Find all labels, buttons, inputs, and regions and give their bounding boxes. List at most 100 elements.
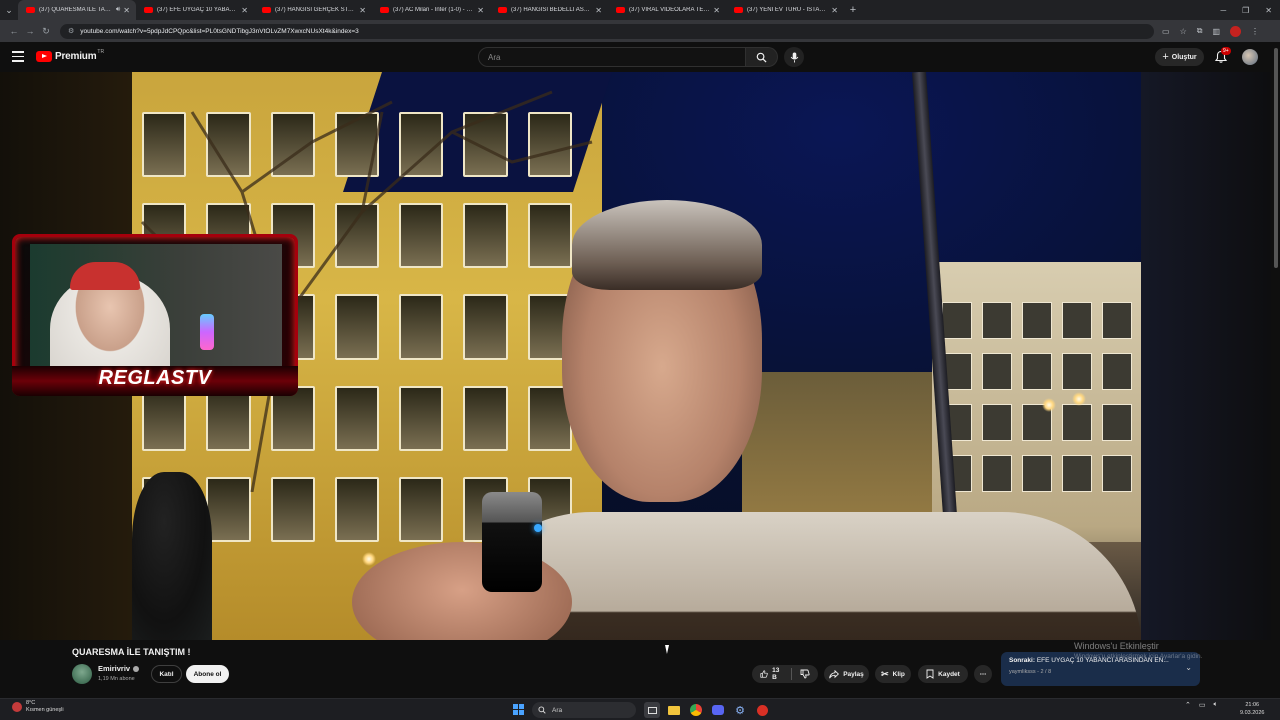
bookmark-icon [926,669,934,679]
tab-title: (37) HANGİSİ BEDELLİ ASKER D [511,7,592,13]
bookmark-star-icon[interactable]: ☆ [1180,27,1187,36]
youtube-favicon-icon [144,7,153,13]
browser-tab[interactable]: (37) AC Milan - Inter (1-0) - Ma ✕ [372,0,490,20]
create-button[interactable]: + Oluştur [1155,48,1204,66]
new-tab-button[interactable]: + [844,4,862,16]
streamer-webcam-overlay: REGLASTV [12,234,298,396]
clip-label: Klip [892,670,905,678]
clip-button[interactable]: ✂ Klip [875,665,911,683]
clock-time: 21:06 [1245,702,1260,708]
join-button[interactable]: Katıl [151,665,182,683]
network-icon[interactable]: ▭ [1199,701,1206,709]
volume-icon[interactable]: 🔈︎ [1214,701,1218,709]
youtube-favicon-icon [498,7,507,13]
windows-taskbar: 8°C Kısmen güneşli Ara ⚙ ⌃ ▭ 🔈︎ 21:06 9.… [0,698,1280,720]
browser-tab-active[interactable]: (37) QUARESMA İLE TANIŞ 🔊︎ ✕ [18,0,136,20]
tray-overflow-icon[interactable]: ⌃ [1185,701,1191,709]
voice-search-button[interactable] [784,47,804,67]
browser-tab[interactable]: (37) YENİ EV TURU - İSTANBUL ✕ [726,0,844,20]
browser-tab[interactable]: (37) HANGİSİ GERÇEK STAND-U ✕ [254,0,372,20]
weather-widget[interactable]: 8°C Kısmen güneşli [12,700,64,714]
extensions-icon[interactable]: ⧉ [1197,26,1203,36]
youtube-favicon-icon [262,7,271,13]
next-prefix: Sonraki: [1009,657,1036,664]
minimize-icon[interactable]: ─ [1220,6,1226,15]
search-input[interactable]: Ara [478,47,746,67]
notifications-badge: 9+ [1221,47,1231,55]
browser-tab[interactable]: (37) VİRAL VİDEOLARA TEPKİ ✕ [608,0,726,20]
chevron-down-icon[interactable]: ⌄ [1185,663,1192,672]
subscribe-button[interactable]: Abone ol [186,665,229,683]
app-red-icon[interactable] [754,702,770,718]
windows-activation-title: Windows'u Etkinleştir [1074,641,1159,651]
reload-icon[interactable]: ↻ [38,26,54,37]
dislike-button[interactable] [792,665,818,683]
speaker-icon[interactable]: 🔊︎ [116,6,120,14]
close-tab-icon[interactable]: ✕ [359,6,366,15]
taskbar-search-input[interactable]: Ara [532,702,636,718]
url-input[interactable]: ⚙ youtube.com/watch?v=5pdpJdCPQpc&list=P… [60,23,1154,39]
tab-title: (37) HANGİSİ GERÇEK STAND-U [275,7,357,13]
channel-name[interactable]: Emirivriv [98,664,140,673]
menu-icon[interactable] [12,51,24,62]
youtube-logo[interactable]: Premium TR [36,49,105,62]
taskbar-apps: ⚙ [644,702,770,718]
task-view-icon[interactable] [644,702,660,718]
discord-icon[interactable] [710,702,726,718]
verified-check-icon [133,665,140,672]
browser-tab[interactable]: (37) EFE UYGAÇ 10 YABANCI A ✕ [136,0,254,20]
playlist-position: yaymliksss - 2 / 8 [1009,669,1052,675]
search-button[interactable] [746,47,778,67]
close-tab-icon[interactable]: ✕ [477,6,484,15]
search-icon [756,52,767,63]
webcam-red-cap [70,262,140,290]
tab-title: (37) AC Milan - Inter (1-0) - Ma [393,7,475,13]
back-icon[interactable]: ← [6,26,22,36]
browser-tab[interactable]: (37) HANGİSİ BEDELLİ ASKER D ✕ [490,0,608,20]
close-tab-icon[interactable]: ✕ [123,6,130,15]
save-button[interactable]: Kaydet [918,665,968,683]
windows-start-icon[interactable] [513,704,524,715]
tab-search-icon[interactable]: ⌄ [0,0,18,20]
site-info-icon[interactable]: ⚙ [68,27,74,35]
video-frame-mic-led [534,524,542,532]
close-tab-icon[interactable]: ✕ [713,6,720,15]
cast-icon[interactable]: ▭ [1162,27,1170,36]
profile-avatar[interactable] [1230,25,1242,37]
page-scrollbar[interactable] [1272,42,1280,692]
taskbar-clock[interactable]: 21:06 9.03.2026 [1240,701,1264,717]
video-title: QUARESMA İLE TANIŞTIM ! [72,647,191,657]
clock-date: 9.03.2026 [1240,710,1265,716]
tab-search-icon[interactable]: ▥ [1212,27,1220,36]
close-tab-icon[interactable]: ✕ [595,6,602,15]
video-frame-street-lamp [1072,392,1086,406]
settings-gear-icon[interactable]: ⚙ [732,702,748,718]
taskbar-search-placeholder: Ara [552,706,563,714]
scissors-icon: ✂ [881,668,889,679]
browser-menu-icon[interactable]: ⋮ [1251,27,1259,36]
save-label: Kaydet [938,670,960,678]
window-controls: ─ ❐ ✕ [1220,0,1272,20]
system-tray: ⌃ ▭ 🔈︎ [1185,701,1218,709]
more-actions-button[interactable]: ⋯ [974,665,992,683]
share-label: Paylaş [843,670,864,678]
youtube-favicon-icon [380,7,389,13]
channel-avatar[interactable] [72,664,92,684]
close-window-icon[interactable]: ✕ [1265,6,1272,15]
account-avatar[interactable] [1242,49,1258,65]
logo-country-code: TR [97,49,105,55]
chrome-icon[interactable] [688,702,704,718]
video-frame-lavalier-mic [482,492,542,592]
scrollbar-thumb[interactable] [1274,48,1278,268]
weather-desc: Kısmen güneşli [26,707,64,713]
close-tab-icon[interactable]: ✕ [831,6,838,15]
weather-temp: 8°C [26,700,36,706]
close-tab-icon[interactable]: ✕ [241,6,248,15]
like-button[interactable]: 13 B [752,665,791,683]
restore-icon[interactable]: ❐ [1242,6,1249,15]
thumbs-up-icon [760,670,768,678]
file-explorer-icon[interactable] [666,702,682,718]
weather-icon [12,702,22,712]
share-button[interactable]: Paylaş [824,665,869,683]
forward-icon[interactable]: → [22,26,38,36]
